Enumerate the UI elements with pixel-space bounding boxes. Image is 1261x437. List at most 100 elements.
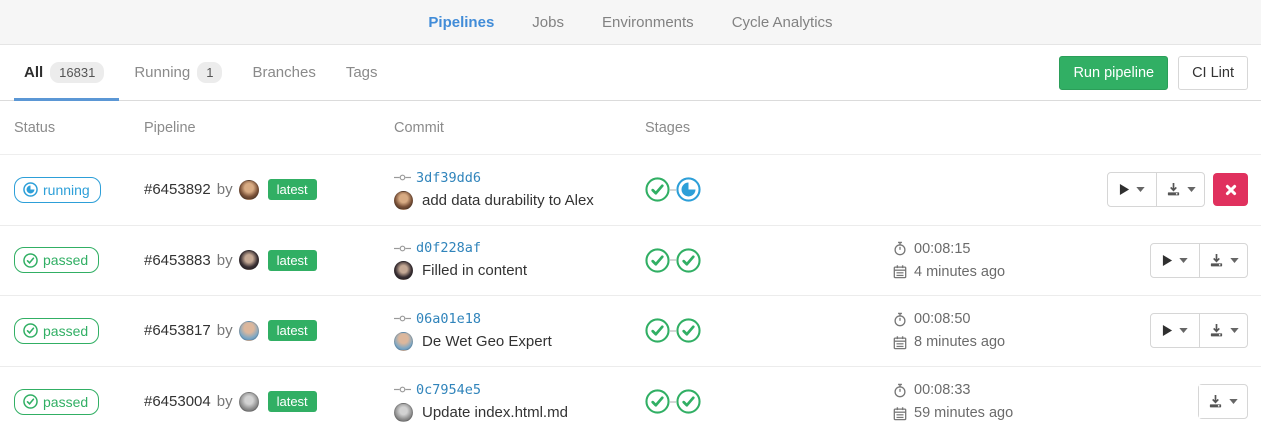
pipeline-link[interactable]: #6453892 bbox=[144, 181, 211, 198]
actions-cell bbox=[1150, 313, 1248, 348]
column-header-stages: Stages bbox=[645, 120, 893, 136]
status-cell: passed bbox=[14, 247, 144, 273]
pipeline-row: running #6453892 by latest 3df39dd6 add … bbox=[0, 155, 1261, 226]
manual-actions-dropdown-button[interactable] bbox=[1151, 314, 1199, 347]
nav-item-cycle-analytics[interactable]: Cycle Analytics bbox=[730, 10, 835, 35]
pipeline-link[interactable]: #6453004 bbox=[144, 393, 211, 410]
nav-item-pipelines[interactable]: Pipelines bbox=[426, 10, 496, 35]
run-pipeline-button[interactable]: Run pipeline bbox=[1059, 56, 1168, 90]
play-icon bbox=[1162, 324, 1173, 337]
timer-icon bbox=[893, 241, 907, 256]
stage-passed-icon[interactable] bbox=[676, 248, 701, 273]
pipeline-link[interactable]: #6453883 bbox=[144, 252, 211, 269]
avatar[interactable] bbox=[394, 332, 413, 351]
stage-passed-icon[interactable] bbox=[676, 318, 701, 343]
pipeline-action-group bbox=[1107, 172, 1205, 207]
commit-sha-link[interactable]: 0c7954e5 bbox=[416, 382, 481, 398]
avatar[interactable] bbox=[394, 191, 413, 210]
play-icon bbox=[1162, 254, 1173, 267]
commit-message-link[interactable]: Update index.html.md bbox=[422, 404, 568, 421]
pipeline-cell: #6453817 by latest bbox=[144, 320, 394, 341]
ci-lint-button[interactable]: CI Lint bbox=[1178, 56, 1248, 90]
status-running-icon bbox=[23, 182, 38, 197]
calendar-icon bbox=[893, 264, 907, 279]
pipeline-finished-ago: 59 minutes ago bbox=[914, 405, 1013, 421]
chevron-down-icon bbox=[1230, 328, 1239, 333]
commit-icon bbox=[394, 314, 411, 323]
artifacts-dropdown-button[interactable] bbox=[1199, 385, 1247, 418]
cancel-pipeline-button[interactable] bbox=[1213, 173, 1248, 206]
status-passed-icon bbox=[23, 323, 38, 338]
avatar[interactable] bbox=[239, 392, 259, 412]
column-header-commit: Commit bbox=[394, 120, 645, 136]
commit-sha-link[interactable]: 06a01e18 bbox=[416, 311, 481, 327]
stage-passed-icon[interactable] bbox=[676, 389, 701, 414]
time-cell: 00:08:50 8 minutes ago bbox=[893, 311, 1150, 350]
commit-cell: 3df39dd6 add data durability to Alex bbox=[394, 170, 645, 210]
pipeline-cell: #6453883 by latest bbox=[144, 250, 394, 271]
manual-actions-dropdown-button[interactable] bbox=[1108, 173, 1156, 206]
status-badge-label: passed bbox=[43, 323, 88, 339]
tab-branches-label: Branches bbox=[252, 64, 315, 81]
nav-item-jobs[interactable]: Jobs bbox=[530, 10, 566, 35]
pipeline-finished-ago: 8 minutes ago bbox=[914, 334, 1005, 350]
pipeline-cell: #6453892 by latest bbox=[144, 179, 394, 200]
manual-actions-dropdown-button[interactable] bbox=[1151, 244, 1199, 277]
pipeline-row: passed #6453817 by latest 06a01e18 De We… bbox=[0, 296, 1261, 367]
commit-message-link[interactable]: add data durability to Alex bbox=[422, 192, 594, 209]
chevron-down-icon bbox=[1179, 328, 1188, 333]
status-badge[interactable]: passed bbox=[14, 389, 99, 415]
tab-running-label: Running bbox=[134, 64, 190, 81]
artifacts-dropdown-button[interactable] bbox=[1199, 314, 1247, 347]
play-icon bbox=[1119, 183, 1130, 196]
stage-passed-icon[interactable] bbox=[645, 248, 670, 273]
tab-running[interactable]: Running 1 bbox=[119, 45, 237, 100]
commit-message-link[interactable]: De Wet Geo Expert bbox=[422, 333, 552, 350]
pipeline-duration: 00:08:50 bbox=[914, 311, 970, 327]
avatar[interactable] bbox=[239, 321, 259, 341]
commit-message-link[interactable]: Filled in content bbox=[422, 262, 527, 279]
pipeline-link[interactable]: #6453817 bbox=[144, 322, 211, 339]
pipeline-cell: #6453004 by latest bbox=[144, 391, 394, 412]
latest-badge: latest bbox=[268, 250, 317, 271]
pipeline-action-group bbox=[1150, 313, 1248, 348]
avatar[interactable] bbox=[239, 180, 259, 200]
status-badge[interactable]: running bbox=[14, 177, 101, 203]
tab-branches[interactable]: Branches bbox=[237, 45, 330, 100]
avatar[interactable] bbox=[394, 403, 413, 422]
download-icon bbox=[1208, 394, 1223, 409]
tab-all[interactable]: All 16831 bbox=[14, 45, 119, 100]
stage-running-icon[interactable] bbox=[676, 177, 701, 202]
status-passed-icon bbox=[23, 253, 38, 268]
artifacts-dropdown-button[interactable] bbox=[1199, 244, 1247, 277]
secondary-nav: Pipelines Jobs Environments Cycle Analyt… bbox=[0, 0, 1261, 45]
actions-cell bbox=[1198, 384, 1248, 419]
chevron-down-icon bbox=[1179, 258, 1188, 263]
download-icon bbox=[1209, 323, 1224, 338]
tab-tags[interactable]: Tags bbox=[331, 45, 393, 100]
artifacts-dropdown-button[interactable] bbox=[1156, 173, 1204, 206]
stage-passed-icon[interactable] bbox=[645, 318, 670, 343]
status-badge[interactable]: passed bbox=[14, 318, 99, 344]
stage-passed-icon[interactable] bbox=[645, 389, 670, 414]
stage-passed-icon[interactable] bbox=[645, 177, 670, 202]
stages-cell bbox=[645, 177, 893, 202]
tab-running-count-badge: 1 bbox=[197, 62, 222, 83]
commit-sha-link[interactable]: d0f228af bbox=[416, 240, 481, 256]
by-label: by bbox=[217, 181, 233, 198]
avatar[interactable] bbox=[239, 250, 259, 270]
commit-icon bbox=[394, 173, 411, 182]
tab-tags-label: Tags bbox=[346, 64, 378, 81]
status-cell: running bbox=[14, 177, 144, 203]
commit-cell: 0c7954e5 Update index.html.md bbox=[394, 382, 645, 422]
status-badge-label: passed bbox=[43, 252, 88, 268]
time-cell: 00:08:33 59 minutes ago bbox=[893, 382, 1198, 421]
timer-icon bbox=[893, 312, 907, 327]
nav-item-environments[interactable]: Environments bbox=[600, 10, 696, 35]
calendar-icon bbox=[893, 406, 907, 421]
status-badge[interactable]: passed bbox=[14, 247, 99, 273]
avatar[interactable] bbox=[394, 261, 413, 280]
timer-icon bbox=[893, 383, 907, 398]
commit-icon bbox=[394, 244, 411, 253]
commit-sha-link[interactable]: 3df39dd6 bbox=[416, 170, 481, 186]
